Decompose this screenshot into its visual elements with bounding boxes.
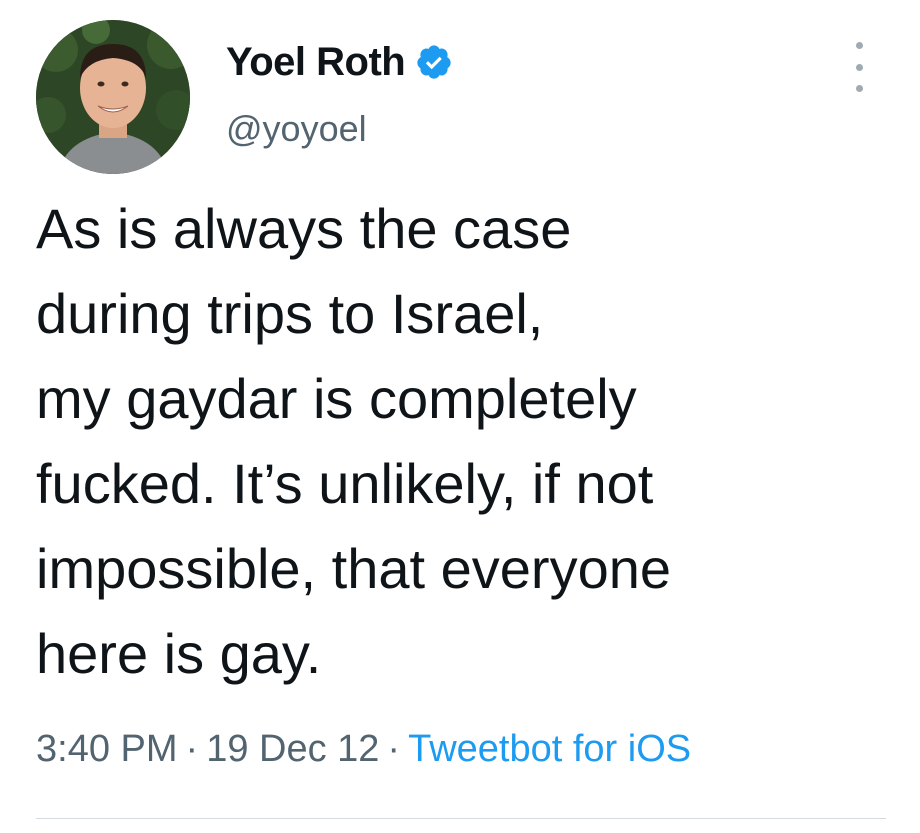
more-dot [855,42,863,49]
verified-badge-icon [415,43,453,81]
tweet-text: As is always the case during trips to Is… [36,186,896,696]
tweet-text-line: impossible, that everyone [36,537,672,600]
tweet-date[interactable]: 19 Dec 12 [206,728,379,770]
avatar[interactable] [36,20,190,174]
user-name-row: Yoel Roth [226,36,453,88]
user-handle[interactable]: @yoyoel [226,108,367,150]
more-options-icon[interactable] [848,42,870,92]
meta-separator: · [387,728,401,770]
tweet-card: Yoel Roth @yoyoel As is always the case … [0,0,920,833]
divider [36,818,886,819]
tweet-text-line: As is always the case [36,197,572,260]
tweet-meta: 3:40 PM · 19 Dec 12 · Tweetbot for iOS [36,728,691,771]
display-name[interactable]: Yoel Roth [226,40,406,85]
tweet-text-line: my gaydar is completely [36,367,637,430]
tweet-text-line: during trips to Israel, [36,282,544,345]
more-dot [855,63,863,71]
tweet-source-link[interactable]: Tweetbot for iOS [408,728,691,770]
tweet-text-line: fucked. It’s unlikely, if not [36,452,654,515]
tweet-time[interactable]: 3:40 PM [36,728,178,770]
tweet-text-line: here is gay. [36,622,322,685]
meta-separator: · [185,728,199,770]
more-dot [855,85,863,92]
